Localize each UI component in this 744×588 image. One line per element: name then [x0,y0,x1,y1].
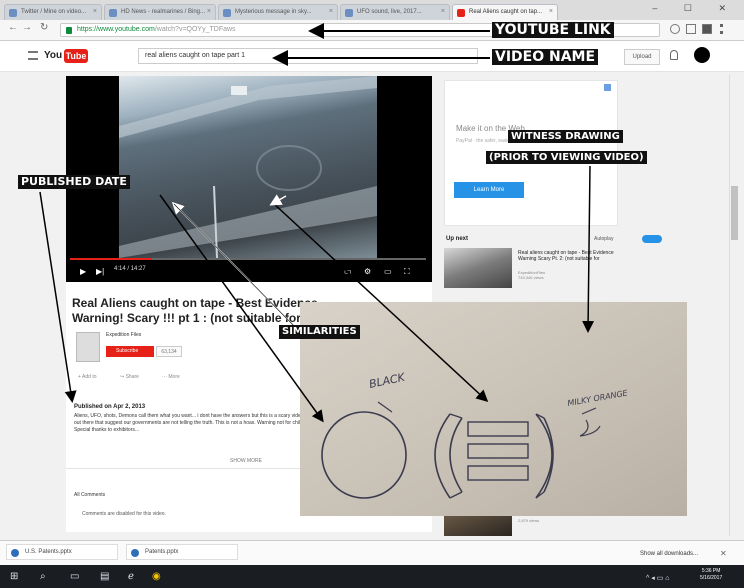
annotation-arrows [39,23,595,423]
arrow-to-published-date [39,191,77,403]
annotation-youtube-link: YOUTUBE LINK [492,22,614,38]
arrow-to-drawn-bars [271,201,489,403]
arrow-to-video-bars [269,194,287,206]
arrow-to-video-ring-shadow [173,203,301,333]
annotation-video-name: VIDEO NAME [492,49,599,65]
arrow-to-drawn-ring [159,194,324,423]
annotation-witness-drawing-note: (PRIOR TO VIEWING VIDEO) [486,151,647,164]
annotation-published-date: PUBLISHED DATE [18,175,130,189]
annotation-similarities: SIMILARITIES [279,325,360,339]
arrow-to-drawing [582,165,595,333]
annotation-witness-drawing: WITNESS DRAWING [508,130,623,143]
